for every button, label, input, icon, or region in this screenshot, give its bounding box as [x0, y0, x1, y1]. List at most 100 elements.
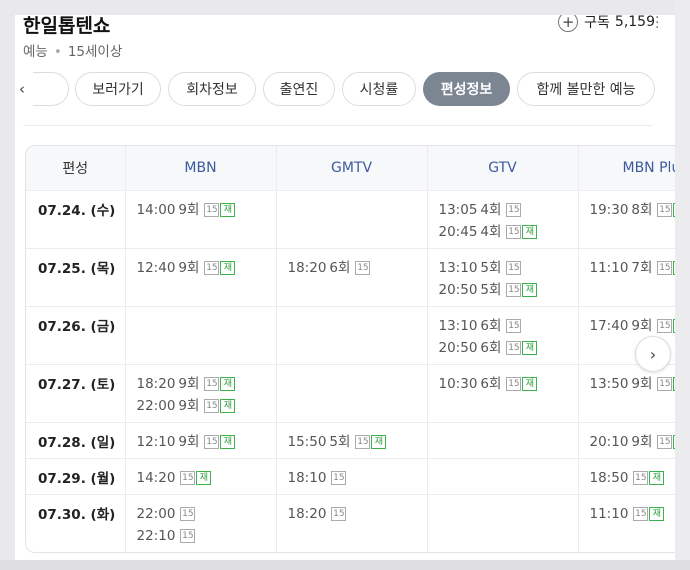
- broadcast-time: 13:10: [438, 260, 478, 276]
- tab-partial[interactable]: [33, 72, 69, 106]
- broadcast-slot[interactable]: 10:30 6회 15 재: [439, 373, 578, 395]
- age-rating-badge: 15: [204, 435, 220, 449]
- tab-recommended[interactable]: 함께 볼만한 예능: [517, 72, 655, 106]
- broadcast-slot[interactable]: 18:50 15 재: [590, 467, 676, 489]
- schedule-cell: 22:00 15 22:10 15: [124, 494, 276, 552]
- tab-cast[interactable]: 출연진: [263, 72, 335, 106]
- broadcast-slot[interactable]: 13:05 4회 15: [439, 199, 578, 221]
- rerun-badge: 재: [649, 471, 665, 485]
- schedule-cell: [275, 190, 427, 249]
- subscribe-button[interactable]: + 구독 5,159: [558, 15, 655, 32]
- broadcast-slot[interactable]: 22:00 15: [137, 503, 276, 525]
- broadcast-slot[interactable]: 18:10 15: [288, 467, 427, 489]
- broadcast-slot[interactable]: 20:50 5회 15 재: [439, 279, 578, 301]
- separator-dot: •: [53, 44, 62, 60]
- age-rating-badge: 15: [331, 471, 347, 485]
- broadcast-slot[interactable]: 11:10 15 재: [590, 503, 676, 525]
- age-rating-badge: 15: [506, 261, 522, 275]
- schedule-date: 07.28. (일): [26, 422, 125, 459]
- broadcast-slot[interactable]: 17:409회15재: [590, 315, 675, 337]
- age-rating-badge: 15: [657, 319, 673, 333]
- schedule-row: 07.29. (월) 14:20 15 재 18:10 15 18:50 15 재: [26, 458, 676, 495]
- tab-ratings[interactable]: 시청률: [342, 72, 416, 106]
- rerun-badge: 재: [522, 341, 538, 355]
- broadcast-time: 13:50: [589, 376, 629, 392]
- broadcast-slot[interactable]: 13:10 5회 15: [439, 257, 578, 279]
- schedule-cell: 18:20 9회 15 재 22:00 9회 15 재: [124, 364, 276, 423]
- channel-header: MBN Plus: [577, 146, 675, 191]
- age-rating-badge: 15: [180, 471, 196, 485]
- schedule-cell: [426, 458, 578, 495]
- broadcast-time: 19:30: [589, 202, 629, 218]
- program-card: 한일톱텐쇼 예능 • 15세이상 + 구독 5,159 · · · ‹ 보러가기 회차정…: [15, 15, 675, 560]
- schedule-cell: 18:20 15: [275, 494, 427, 552]
- tab-watch[interactable]: 보러가기: [75, 72, 161, 106]
- program-title[interactable]: 한일톱텐쇼: [23, 15, 110, 38]
- episode-number: 7회: [631, 260, 653, 276]
- page-edge: [675, 0, 690, 570]
- broadcast-slot[interactable]: 18:20 15: [288, 503, 427, 525]
- age-rating-badge: 15: [204, 399, 220, 413]
- broadcast-slot[interactable]: 13:509회15재: [589, 373, 675, 395]
- schedule-cell: 14:00 9회 15 재: [124, 190, 276, 249]
- broadcast-slot[interactable]: 20:109회15재: [590, 431, 675, 453]
- broadcast-time: 11:10: [589, 260, 629, 276]
- schedule-cell: 13:10 5회 15 20:50 5회 15 재: [426, 248, 578, 307]
- episode-number: 6회: [480, 376, 502, 392]
- chevron-left-icon[interactable]: ‹: [19, 80, 25, 98]
- episode-number: 6회: [480, 340, 502, 356]
- schedule-cell: 18:20 6회 15: [275, 248, 427, 307]
- schedule-date: 07.29. (월): [26, 458, 125, 495]
- broadcast-time: 10:30: [438, 376, 478, 392]
- broadcast-slot[interactable]: 15:50 5회 15 재: [288, 431, 427, 453]
- broadcast-slot[interactable]: 12:10 9회 15 재: [137, 431, 276, 453]
- schedule-row: 07.26. (금)13:106회1520:506회15재17:409회15재: [26, 306, 675, 365]
- schedule-row: 07.24. (수) 14:00 9회 15 재 13:05 4회 15 20:45 4회 15 재 1…: [26, 190, 675, 249]
- broadcast-slot[interactable]: 14:20 15 재: [137, 467, 276, 489]
- broadcast-slot[interactable]: 11:107회15재: [589, 257, 675, 279]
- schedule-cell: [275, 306, 427, 365]
- age-rating-badge: 15: [506, 225, 522, 239]
- schedule-cell: 10:30 6회 15 재: [426, 364, 578, 423]
- broadcast-time: 22:00: [136, 398, 176, 414]
- broadcast-slot[interactable]: 20:50 6회 15 재: [439, 337, 578, 359]
- broadcast-time: 18:50: [589, 470, 629, 486]
- age-rating-badge: 15: [204, 203, 220, 217]
- broadcast-slot[interactable]: 18:20 9회 15 재: [137, 373, 276, 395]
- episode-number: 5회: [329, 434, 351, 450]
- broadcast-time: 13:05: [438, 202, 478, 218]
- broadcast-slot[interactable]: 14:00 9회 15 재: [137, 199, 276, 221]
- age-rating-badge: 15: [355, 261, 371, 275]
- broadcast-slot[interactable]: 12:40 9회 15 재: [137, 257, 276, 279]
- chevron-right-icon[interactable]: ›: [635, 336, 671, 372]
- schedule-cell: 18:50 15 재: [577, 458, 676, 495]
- schedule-cell: 11:10 15 재: [577, 494, 676, 552]
- broadcast-slot[interactable]: 20:45 4회 15 재: [439, 221, 578, 243]
- broadcast-time: 18:20: [287, 260, 327, 276]
- program-meta: 예능 • 15세이상: [23, 40, 122, 60]
- age-rating-badge: 15: [633, 471, 649, 485]
- age-rating-badge: 15: [657, 435, 673, 449]
- rerun-badge: 재: [220, 399, 236, 413]
- broadcast-time: 14:00: [136, 202, 176, 218]
- rerun-badge: 재: [220, 435, 236, 449]
- schedule-cell: 18:10 15: [275, 458, 427, 495]
- broadcast-time: 22:00: [136, 506, 176, 522]
- schedule-cell: 15:50 5회 15 재: [275, 422, 427, 459]
- tab-episodes[interactable]: 회차정보: [168, 72, 256, 106]
- age-rating-badge: 15: [355, 435, 371, 449]
- episode-number: 9회: [178, 202, 200, 218]
- more-vertical-icon[interactable]: · · ·: [655, 15, 661, 35]
- rerun-badge: 재: [220, 203, 236, 217]
- schedule-cell: 14:20 15 재: [124, 458, 276, 495]
- schedule-row: 07.25. (목) 12:40 9회 15 재 18:20 6회 15 13:10 5회 15 20…: [26, 248, 675, 307]
- broadcast-slot[interactable]: 13:10 6회 15: [439, 315, 578, 337]
- tab-schedule[interactable]: 편성정보: [423, 72, 510, 106]
- schedule-cell: 13:05 4회 15 20:45 4회 15 재: [426, 190, 578, 249]
- age-rating-badge: 15: [657, 261, 673, 275]
- schedule-cell: 20:109회15재: [577, 422, 675, 459]
- broadcast-slot[interactable]: 18:20 6회 15: [288, 257, 427, 279]
- broadcast-slot[interactable]: 19:308회15재: [589, 199, 675, 221]
- broadcast-slot[interactable]: 22:00 9회 15 재: [137, 395, 276, 417]
- broadcast-slot[interactable]: 22:10 15: [137, 525, 276, 547]
